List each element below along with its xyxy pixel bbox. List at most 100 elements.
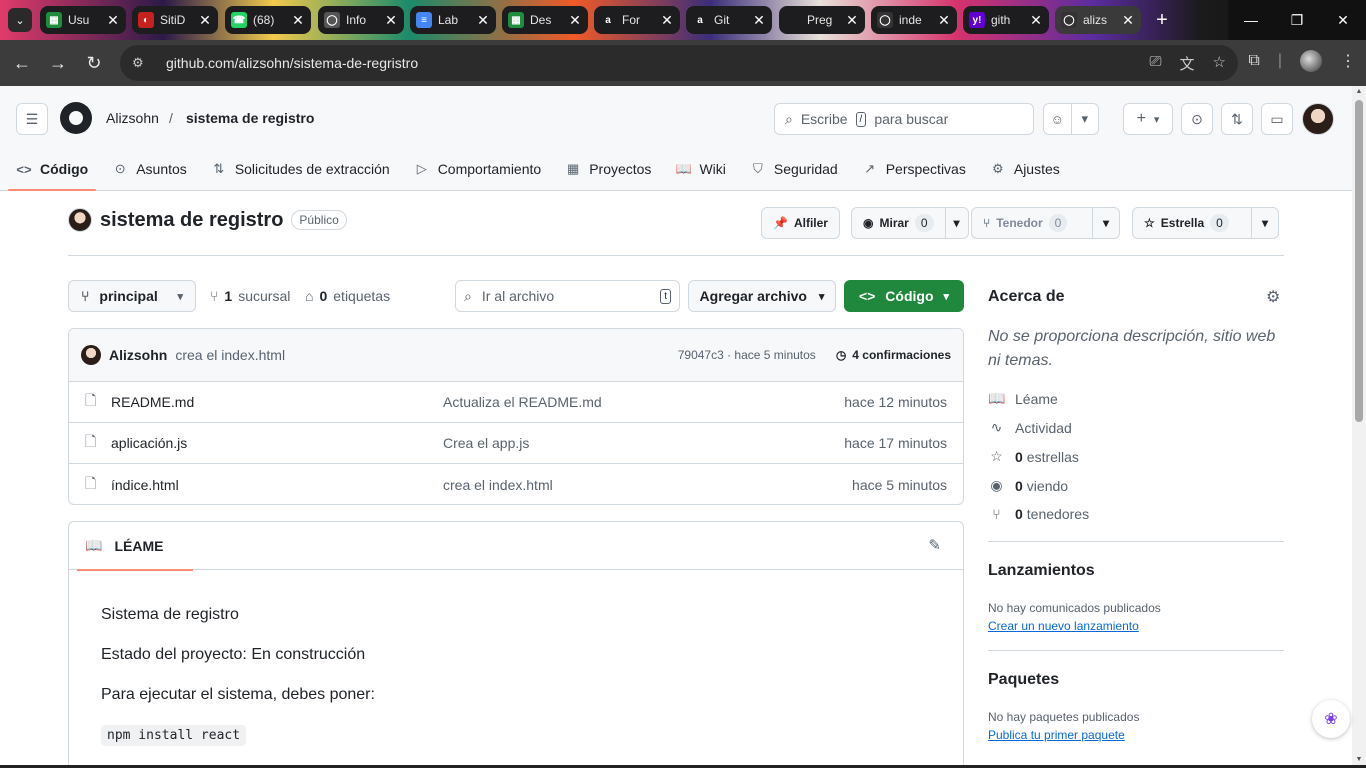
browser-tab[interactable]: a Git ✕ (686, 6, 772, 34)
commit-author[interactable]: Alizsohn (109, 347, 167, 363)
close-icon[interactable]: ✕ (752, 12, 766, 29)
tab-code[interactable]: <> Código (8, 148, 97, 191)
create-release-link[interactable]: Crear un nuevo lanzamiento (988, 619, 1139, 633)
repo-name[interactable]: sistema de registro (100, 209, 283, 232)
file-name-link[interactable]: índice.html (111, 477, 443, 493)
close-icon[interactable]: ✕ (476, 12, 490, 29)
tab-gear[interactable]: ⚙ Ajustes (982, 148, 1068, 190)
hamburger-menu-button[interactable]: ☰ (16, 103, 48, 135)
branch-select-button[interactable]: ⑂ principal ▾ (68, 280, 196, 312)
browser-tab[interactable]: ▦ Des ✕ (502, 6, 588, 34)
scroll-down-icon[interactable]: ▼ (1355, 756, 1363, 763)
browser-tab[interactable]: a For ✕ (594, 6, 680, 34)
browser-tab[interactable]: ≡ Lab ✕ (410, 6, 496, 34)
copilot-dropdown-icon[interactable]: ▾ (1072, 104, 1099, 134)
issues-icon[interactable]: ⊙ (1181, 103, 1213, 135)
browser-menu-icon[interactable]: ⋮ (1340, 51, 1356, 71)
tab-book[interactable]: 📖 Wiki (667, 148, 733, 190)
pin-button[interactable]: 📌 Alfiler (761, 207, 840, 239)
extensions-icon[interactable]: ⧉ (1248, 52, 1259, 70)
install-app-icon[interactable]: ⎚ (1150, 53, 1162, 74)
tab-issue[interactable]: ⊙ Asuntos (104, 148, 195, 190)
commits-history-link[interactable]: ◷ 4 confirmaciones (836, 348, 951, 362)
tab-actions[interactable]: ▷ Comportamiento (406, 148, 550, 190)
close-icon[interactable]: ✕ (291, 12, 305, 29)
close-icon[interactable]: ✕ (106, 12, 120, 29)
watch-button[interactable]: ◉ Mirar 0 ▾ (851, 207, 969, 239)
pull-requests-icon[interactable]: ⇅ (1221, 103, 1253, 135)
commit-message[interactable]: crea el index.html (175, 347, 285, 363)
tags-link[interactable]: ⌂ 0 etiquetas (305, 288, 390, 304)
publish-package-link[interactable]: Publica tu primer paquete (988, 728, 1125, 742)
address-bar[interactable]: ⚙ github.com/alizsohn/sistema-de-regrist… (120, 45, 1238, 81)
readme-link[interactable]: 📖 Léame (988, 390, 1058, 407)
close-icon[interactable]: ✕ (384, 12, 398, 29)
tab-pull-request[interactable]: ⇅ Solicitudes de extracción (203, 148, 398, 190)
github-logo-icon[interactable] (60, 102, 92, 134)
star-dropdown[interactable]: ▾ (1251, 208, 1278, 238)
close-icon[interactable]: ✕ (568, 12, 582, 29)
back-button[interactable]: ← (4, 45, 40, 81)
owner-avatar[interactable] (68, 208, 92, 232)
page-scrollbar[interactable]: ▲ ▼ (1352, 86, 1366, 768)
browser-tab[interactable]: ▦ Usu ✕ (40, 6, 126, 34)
minimize-button[interactable]: — (1228, 0, 1274, 40)
translate-icon[interactable]: 文 (1180, 53, 1195, 74)
breadcrumb-owner[interactable]: Alizsohn (106, 110, 159, 126)
go-to-file-input[interactable]: ⌕ Ir al archivo t (455, 280, 680, 312)
bookmark-star-icon[interactable]: ☆ (1213, 53, 1226, 74)
gear-icon[interactable]: ⚙ (1266, 287, 1280, 307)
activity-link[interactable]: ∿ Actividad (988, 419, 1072, 436)
commit-author-avatar[interactable] (81, 345, 101, 365)
commit-hash-time[interactable]: 79047c3 · hace 5 minutos (678, 348, 816, 362)
add-file-button[interactable]: Agregar archivo ▾ (688, 280, 836, 312)
create-new-button[interactable]: + ▾ (1123, 103, 1173, 135)
assistant-extension-icon[interactable]: ❀ (1312, 700, 1350, 738)
close-icon[interactable]: ✕ (845, 12, 859, 29)
close-icon[interactable]: ✕ (660, 12, 674, 29)
site-info-icon[interactable]: ⚙ (132, 55, 152, 71)
browser-tab[interactable]: ◐ SitiD ✕ (132, 6, 218, 34)
new-tab-button[interactable]: + (1150, 8, 1174, 32)
fork-dropdown[interactable]: ▾ (1092, 208, 1119, 238)
watch-dropdown[interactable]: ▾ (944, 208, 968, 238)
fork-button[interactable]: ⑂ Tenedor 0 ▾ (971, 207, 1121, 239)
close-icon[interactable]: ✕ (1121, 12, 1135, 29)
browser-tab[interactable]: ◯ inde ✕ (871, 6, 957, 34)
scrollbar-thumb[interactable] (1355, 100, 1363, 422)
file-name-link[interactable]: README.md (111, 394, 443, 410)
code-download-button[interactable]: <> Código ▾ (844, 280, 964, 312)
copilot-icon[interactable]: ☺ (1044, 104, 1072, 134)
browser-tab[interactable]: y! gith ✕ (963, 6, 1049, 34)
stars-link[interactable]: ☆ 0 estrellas (988, 448, 1079, 465)
user-avatar[interactable] (1302, 103, 1334, 135)
browser-tab[interactable]: ☎ (68) ✕ (225, 6, 311, 34)
forks-link[interactable]: ⑂ 0 tenedores (988, 506, 1089, 522)
close-icon[interactable]: ✕ (1029, 12, 1043, 29)
file-commit-message[interactable]: Crea el app.js (443, 435, 844, 451)
star-button[interactable]: ☆ Estrella 0 ▾ (1132, 207, 1280, 239)
browser-tab[interactable]: ◯ alizs ✕ (1055, 6, 1141, 34)
file-commit-message[interactable]: crea el index.html (443, 477, 852, 493)
releases-title[interactable]: Lanzamientos (988, 562, 1095, 580)
maximize-button[interactable]: ❐ (1274, 0, 1320, 40)
branches-link[interactable]: ⑂ 1 sucursal (210, 288, 290, 304)
close-icon[interactable]: ✕ (198, 12, 212, 29)
forward-button[interactable]: → (40, 45, 76, 81)
tab-search-button[interactable]: ⌄ (8, 8, 32, 32)
reload-button[interactable]: ↻ (76, 45, 112, 81)
watching-link[interactable]: ◉ 0 viendo (988, 477, 1068, 494)
tab-shield[interactable]: ⛉ Seguridad (742, 148, 846, 190)
global-search-input[interactable]: ⌕ Escribe / para buscar (774, 103, 1034, 135)
tab-graph[interactable]: ↗ Perspectivas (854, 148, 974, 190)
browser-tab[interactable]: ◯ Info ✕ (318, 6, 404, 34)
file-name-link[interactable]: aplicación.js (111, 435, 443, 451)
browser-tab[interactable]: Preg ✕ (779, 6, 865, 34)
file-commit-message[interactable]: Actualiza el README.md (443, 394, 844, 410)
scroll-up-icon[interactable]: ▲ (1355, 88, 1363, 95)
breadcrumb-repo[interactable]: sistema de registro (186, 110, 314, 126)
inbox-icon[interactable]: ▭ (1261, 103, 1293, 135)
close-icon[interactable]: ✕ (937, 12, 951, 29)
close-window-button[interactable]: ✕ (1320, 0, 1366, 40)
profile-avatar[interactable] (1300, 50, 1322, 72)
